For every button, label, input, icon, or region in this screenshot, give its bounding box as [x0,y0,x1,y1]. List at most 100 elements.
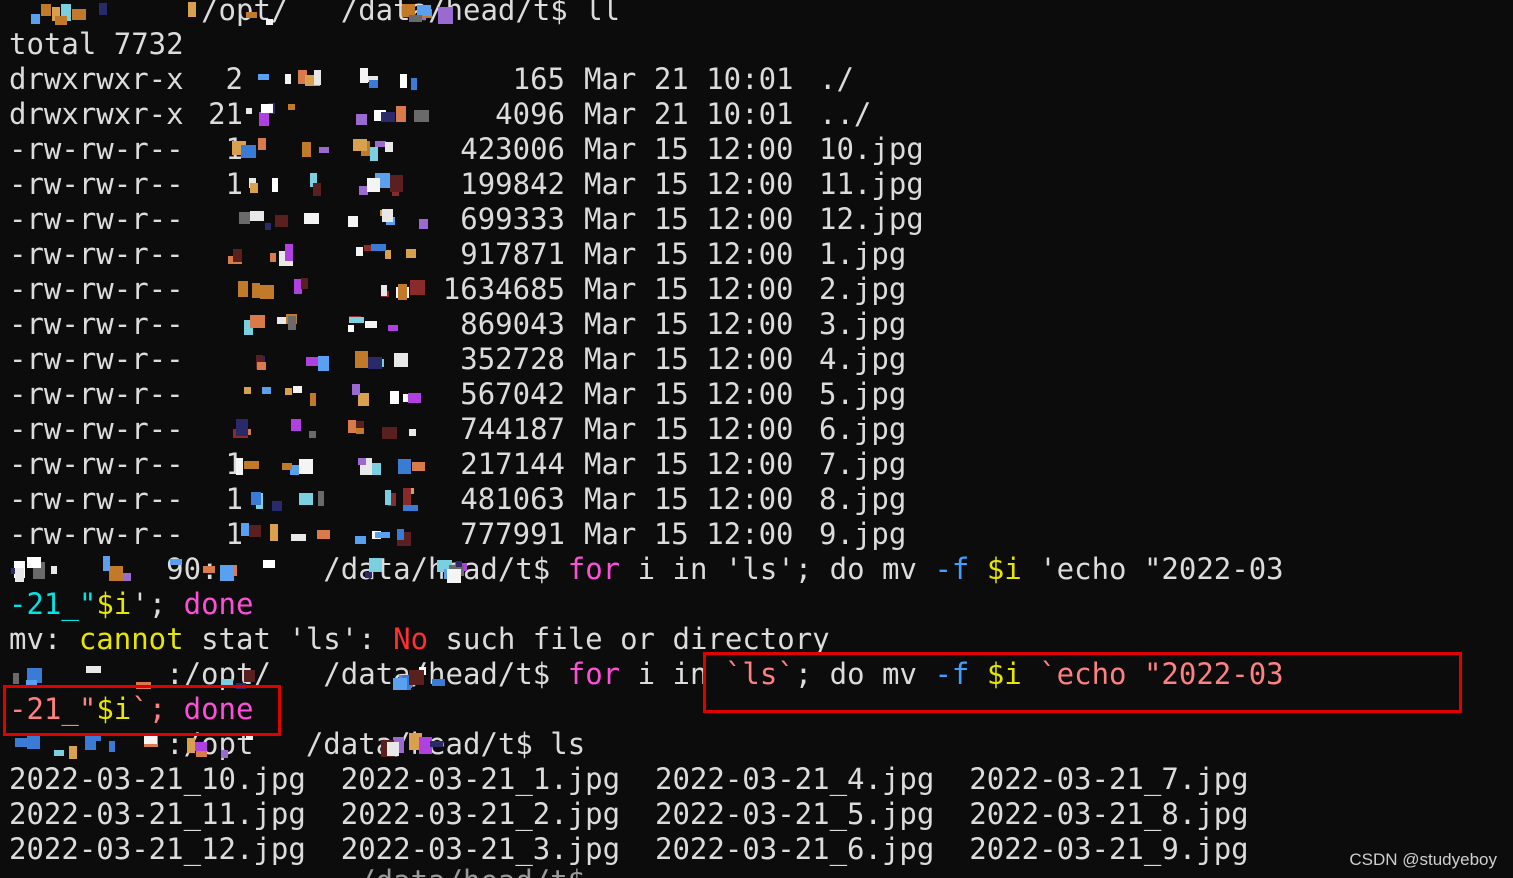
redaction-block [403,505,418,511]
file-permissions: -rw-rw-r-- [9,167,184,201]
redaction-block [385,250,391,259]
command-part: i in [620,552,725,586]
file-size: 699333 [460,202,565,236]
file-date: Mar 15 12:00 [584,447,794,481]
redaction-block [358,458,366,465]
redaction-block [356,247,363,256]
redaction-block [221,750,228,758]
redaction-block [236,458,243,475]
variable-i: $i [986,552,1022,586]
redaction-block [69,746,77,759]
file-name: 4.jpg [819,342,907,376]
file-size: 352728 [460,342,565,376]
redaction-block [27,557,41,568]
file-date: Mar 15 12:00 [584,132,794,166]
redaction-block [456,561,462,567]
file-name: 10.jpg [819,132,924,166]
command-part: 'echo "2022-03 [1021,552,1284,586]
file-permissions: -rw-rw-r-- [9,202,184,236]
redaction-block [368,357,382,369]
redaction-block [233,249,242,262]
redaction-block [41,4,51,16]
redaction-block [314,70,321,85]
redaction-block [170,559,182,565]
redaction-block [31,14,40,24]
file-date: Mar 15 12:00 [584,377,794,411]
prompt-path: /data/head/t$ [358,864,585,878]
redaction-block [369,558,382,572]
redaction-block [291,419,301,431]
file-date: Mar 15 12:00 [584,167,794,201]
variable-i: $i [96,587,132,621]
terminal-window[interactable]: /opt/ /data/head/t$ ll total 7732 drwxrw… [0,0,1513,878]
redaction-block [430,741,443,747]
redaction-block [123,573,131,581]
redaction-block [371,244,386,251]
redaction-block [239,212,250,224]
redaction-block [406,249,416,258]
redaction-block [369,80,378,88]
command-part: '; [131,587,184,621]
redaction-block [382,209,393,222]
redaction-block [313,183,321,196]
command-part: 'ls' [724,552,795,586]
redaction-block [398,459,411,474]
redaction-block [241,523,249,536]
redaction-block [285,74,291,84]
redaction-block [299,493,313,505]
file-size: 567042 [460,377,565,411]
prompt-path: /data/head/t$ [340,0,568,27]
redaction-block [285,388,292,395]
file-date: Mar 15 12:00 [584,412,794,446]
redaction-block [438,7,453,24]
listing-total: total 7732 [9,27,184,61]
file-size: 481063 [460,482,565,516]
redaction-block [411,78,417,90]
redaction-block [291,534,306,541]
prompt-path-prefix: /opt/ [201,0,289,27]
redaction-block [250,211,264,221]
keyword-for: for [567,552,621,586]
file-size: 777991 [460,517,565,551]
file-name: 8.jpg [819,482,907,516]
file-date: Mar 15 12:00 [584,342,794,376]
redaction-block [396,106,406,122]
command-part: ; do mv [794,552,935,586]
redaction-block [246,12,257,18]
redaction-block [353,139,367,151]
redaction-block [367,178,380,192]
redaction-block [318,356,329,371]
redaction-block [387,742,399,756]
redaction-block [403,488,411,505]
redaction-block [365,572,372,578]
file-date: Mar 15 12:00 [584,482,794,516]
file-name: 12.jpg [819,202,924,236]
file-permissions: -rw-rw-r-- [9,272,184,306]
redaction-block [258,74,269,80]
redaction-block [260,285,274,299]
redaction-block [302,142,311,157]
redaction-block [266,19,273,25]
redaction-block [277,317,286,324]
redaction-block [375,532,390,538]
redaction-block [390,391,399,404]
file-permissions: drwxrwxr-x [9,62,184,96]
file-date: Mar 21 10:01 [584,62,794,96]
ls-output-row: 2022-03-21_11.jpg 2022-03-21_2.jpg 2022-… [9,797,1249,831]
file-size: 744187 [460,412,565,446]
redaction-block [310,393,316,406]
redaction-block [390,175,403,192]
file-name: ./ [819,62,854,96]
redaction-block [398,284,407,300]
redaction-block [109,741,115,752]
redaction-block [250,315,265,328]
redaction-block [244,461,259,469]
redaction-block [293,386,302,393]
redaction-block [349,317,364,323]
redaction-block [15,568,24,582]
redaction-block [393,678,407,690]
redaction-block [203,566,215,573]
error-word-cannot: cannot [78,622,184,656]
file-size: 423006 [460,132,565,166]
redaction-block [13,673,19,684]
